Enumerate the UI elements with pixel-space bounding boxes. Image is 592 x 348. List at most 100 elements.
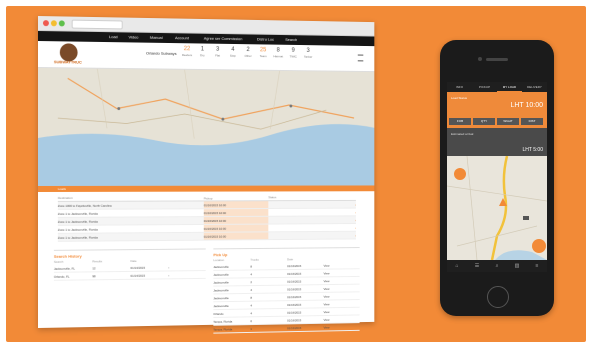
segment-button[interactable]: WGHT [497,118,519,125]
list-item[interactable]: Tampa, Florida 1 01/16/2015 View [213,323,359,334]
view-link[interactable]: View [324,325,360,330]
view-link[interactable]: View [324,317,360,322]
chevron-right-icon[interactable]: › [306,225,356,229]
home-icon[interactable]: ⌂ [447,260,467,272]
stat-label: Team [257,54,269,58]
view-link[interactable]: View [324,271,360,275]
cell: Jacksonville [213,280,250,284]
stat-item[interactable]: 9 TWIC [287,47,299,59]
add-location-icon [532,239,546,253]
search-icon[interactable]: ⌕ [487,260,507,272]
section-bar-label: Loads [58,187,66,191]
view-link[interactable]: View [324,286,360,290]
phone-bottom-nav: ⌂ ☰ ⌕ ▥ ≡ [447,260,547,272]
brand-logo[interactable]: SUBWAYTRUC [54,43,99,66]
stat-item[interactable]: 25 Team [257,46,269,58]
column-header: Date [130,259,168,264]
column-header: Location [213,258,250,263]
stats-bar: 22 Reefers 1 Dry 3 Flat 4 Step 2 Other 25 Team… [181,45,314,59]
chevron-right-icon[interactable]: › [306,233,356,237]
phone-device: INFO PICKUP MY LOAD DELIVERY Load Status… [440,40,554,316]
cell: 01/16/2015 [287,294,323,298]
address-bar[interactable] [72,20,123,30]
maximize-window-dot[interactable] [59,20,65,26]
cell: 01/16/2015 10:00 [204,201,269,208]
home-button[interactable] [487,286,509,308]
tab-info[interactable]: INFO [447,82,472,92]
tab-delivery[interactable]: DELIVERY [522,82,547,92]
stat-label: Flat [211,53,223,57]
minimize-window-dot[interactable] [51,20,57,26]
route-map[interactable] [38,68,374,186]
stat-item[interactable]: 4 Step [227,46,239,58]
menu-icon[interactable]: ≡ [527,260,547,272]
close-window-dot[interactable] [43,20,49,26]
chevron-right-icon[interactable]: › [306,202,356,206]
cell: 4 [250,303,287,307]
app-header: SUBWAYTRUC Orlando Subways 22 Reefers 1 Dr… [38,41,374,72]
stat-item[interactable]: 3 Flat [211,46,223,58]
view-link[interactable]: View [324,309,360,313]
section-bar: Loads [38,185,374,192]
nav-item[interactable]: Video [129,34,139,39]
menu-icon[interactable] [358,55,364,62]
nav-item[interactable]: Manual [150,35,163,40]
truck-icon [523,216,529,220]
tab-my-load[interactable]: MY LOAD [497,82,522,92]
cell: 12 [92,265,130,269]
segment-control: FOB QTY WGHT DIST [449,118,543,125]
chevron-right-icon[interactable]: › [168,265,205,269]
view-link[interactable]: View [324,278,360,282]
cell: 01/14/2015 [130,265,168,269]
chevron-right-icon[interactable]: › [168,272,205,276]
segment-button[interactable]: FOB [449,118,471,125]
cell: 01/16/2015 10:00 [204,232,269,239]
nav-item[interactable]: Account [175,35,189,40]
segment-button[interactable]: QTY [473,118,495,125]
cell: 01/16/2015 [287,279,323,283]
table-body: Zone 1000 to Fayetteville, North Carolin… [58,201,356,242]
cell: 6 [250,318,287,323]
nav-item[interactable]: Load [109,34,118,39]
view-link[interactable]: View [324,263,360,267]
load-status-label: Load Status [451,96,467,100]
map-graphic [38,68,374,186]
cell: 1 [250,326,287,331]
column-header: Date [287,257,323,262]
cell: Zone 1000 to Fayetteville, North Carolin… [58,203,204,208]
list-item[interactable]: Orlando, FL 98 01/14/2015 › [54,271,206,281]
cell: 01/14/2015 [130,273,168,277]
nav-item[interactable]: Search [285,37,297,42]
cell: 01/16/2015 10:00 [204,209,269,216]
nav-item[interactable]: Distru Loc [257,37,274,42]
stat-item[interactable]: 3 Tanker [302,47,314,59]
load-time: LHT 10:00 [510,102,543,109]
cell: 01/16/2015 [287,271,323,275]
arrival-band: Estimated arrival LHT 5:00 [447,128,547,156]
stat-value: 1 [196,45,208,53]
view-link[interactable]: View [324,294,360,298]
stat-label: Other [242,54,254,58]
stat-item[interactable]: 8 Hazmat [272,47,284,59]
column-header [324,257,360,262]
view-link[interactable]: View [324,301,360,305]
segment-button[interactable]: DIST [521,118,543,125]
cell: Zone 1 to Jacksonville, Florida [58,219,204,224]
tab-pickup[interactable]: PICKUP [472,82,497,92]
stat-value: 4 [227,46,239,54]
chart-icon[interactable]: ▥ [507,260,527,272]
stat-label: Tanker [302,55,314,59]
stat-item[interactable]: 2 Other [242,46,254,58]
cell: Jacksonville [213,288,250,292]
list-icon[interactable]: ☰ [467,260,487,272]
nav-item[interactable]: Agree ser Commission [204,36,243,42]
stat-item[interactable]: 1 Dry [196,45,208,57]
load-status-header: Load Status LHT 10:00 FOB QTY WGHT DIST [447,92,547,128]
arrival-value: LHT 5:00 [523,147,543,153]
chevron-right-icon[interactable]: › [306,210,356,214]
column-header: Results [92,259,130,264]
phone-map[interactable] [447,156,547,260]
cell: Zone 1 to Jacksonville, Florida [58,226,204,231]
stat-item[interactable]: 22 Reefers [181,45,193,57]
chevron-right-icon[interactable]: › [306,218,356,222]
